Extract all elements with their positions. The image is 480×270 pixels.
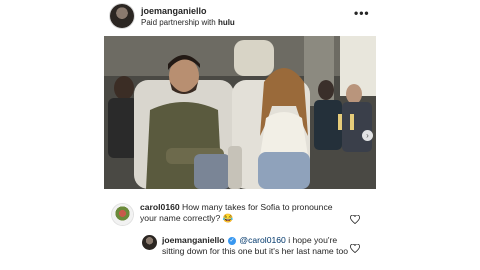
reply-username[interactable]: joemanganiello <box>162 235 225 245</box>
verified-badge-icon: ✓ <box>227 236 236 245</box>
author-avatar[interactable] <box>110 4 134 28</box>
airplane-cabin-photo <box>104 36 376 189</box>
heart-icon[interactable] <box>350 215 360 224</box>
more-options-icon[interactable]: ••• <box>354 7 370 19</box>
partnership-prefix: Paid partnership with <box>141 18 218 27</box>
comment-username[interactable]: carol0160 <box>140 202 180 212</box>
post-header: joemanganiello Paid partnership with hul… <box>104 2 380 32</box>
post-media-image[interactable]: › <box>104 36 376 189</box>
author-username[interactable]: joemanganiello <box>141 6 207 16</box>
paid-partnership-label: Paid partnership with hulu <box>141 18 235 27</box>
reply-text: joemanganiello ✓ @carol0160 i hope you'r… <box>162 235 352 257</box>
heart-icon[interactable] <box>350 244 360 253</box>
reply-mention[interactable]: @carol0160 <box>239 235 285 245</box>
partner-name[interactable]: hulu <box>218 18 235 27</box>
comment-text: carol0160 How many takes for Sofia to pr… <box>140 202 350 224</box>
reply-author-avatar[interactable] <box>142 235 157 250</box>
chevron-right-icon[interactable]: › <box>362 130 373 141</box>
commenter-avatar[interactable] <box>112 204 133 225</box>
reply-item: joemanganiello ✓ @carol0160 i hope you'r… <box>140 234 380 270</box>
comment-item: carol0160 How many takes for Sofia to pr… <box>104 200 380 234</box>
